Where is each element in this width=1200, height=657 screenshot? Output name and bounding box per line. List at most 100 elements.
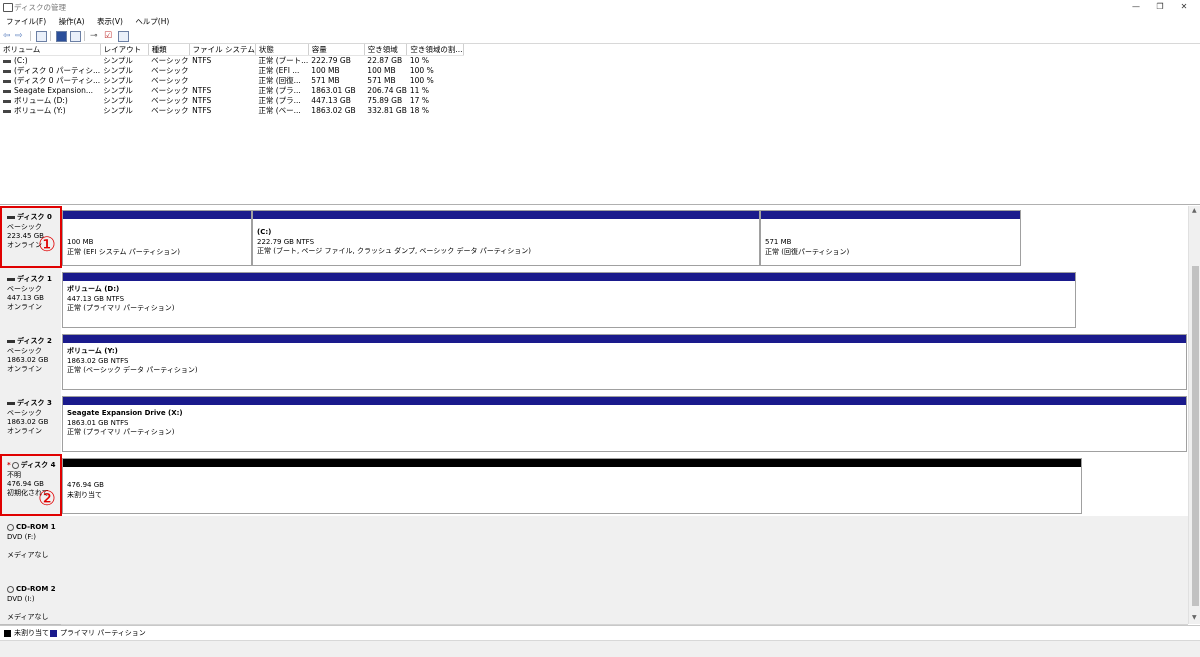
table-cell: シンプル	[103, 76, 133, 85]
scroll-down-icon[interactable]: ▼	[1192, 614, 1197, 621]
table-cell	[189, 76, 255, 86]
partition-unallocated[interactable]: 476.94 GB 未割り当て	[62, 458, 1082, 514]
view-panes-icon[interactable]	[36, 31, 47, 42]
checklist-icon[interactable]: ☑	[104, 31, 112, 41]
table-row[interactable]: ボリューム (D:) シンプル ベーシック NTFS 正常 (プラ... 447…	[0, 96, 463, 106]
partition-status: 未割り当て	[67, 490, 102, 499]
menu-help[interactable]: ヘルプ(H)	[135, 15, 169, 28]
table-cell: 571 MB	[311, 76, 340, 85]
disk-icon	[7, 277, 15, 281]
table-cell: シンプル	[103, 66, 133, 75]
column-header[interactable]: 空き領域の割...	[406, 44, 464, 56]
cdrom-1-strip	[61, 516, 1188, 579]
disk-icon	[7, 339, 15, 343]
partition-status: 正常 (EFI システム パーティション)	[67, 247, 181, 256]
menu-action[interactable]: 操作(A)	[59, 15, 85, 28]
partition-c[interactable]: (C:) 222.79 GB NTFS 正常 (ブート, ページ ファイル, ク…	[252, 210, 760, 266]
table-cell: 22.87 GB	[367, 56, 403, 65]
table-cell: 100 %	[409, 66, 434, 75]
restore-button[interactable]: ❐	[1148, 1, 1172, 12]
partition-text: 100 MB 正常 (EFI システム パーティション)	[67, 238, 180, 257]
column-header[interactable]: レイアウト	[100, 44, 149, 56]
disk-1-label[interactable]: ディスク 1 ベーシック 447.13 GB オンライン	[0, 268, 62, 331]
column-header[interactable]: 種類	[148, 44, 190, 56]
disk-name: ディスク 3	[17, 399, 52, 407]
table-cell: シンプル	[103, 96, 133, 105]
cdrom-1-name-line: CD-ROM 1	[7, 523, 56, 533]
annotation-marker: ②	[38, 486, 56, 510]
volume-table: ボリューム レイアウト 種類 ファイル システム 状態 容量 空き領域 空き領域…	[0, 44, 464, 116]
partition-status: 正常 (ベーシック データ パーティション)	[67, 366, 198, 374]
disk-2-label[interactable]: ディスク 2 ベーシック 1863.02 GB オンライン	[0, 330, 62, 393]
status-bar	[0, 640, 1200, 657]
cdrom-name: CD-ROM 1	[16, 523, 56, 531]
partition-bar	[63, 273, 1075, 281]
table-row[interactable]: ボリューム (Y:) シンプル ベーシック NTFS 正常 (ベー... 186…	[0, 106, 463, 116]
column-header[interactable]: ボリューム	[0, 44, 101, 56]
pane-splitter[interactable]	[0, 204, 1200, 205]
close-button[interactable]: ✕	[1172, 1, 1196, 12]
properties-icon[interactable]	[70, 31, 81, 42]
display-icon[interactable]	[118, 31, 129, 42]
back-icon[interactable]: ⇦	[3, 31, 11, 41]
partition-text: ボリューム (Y:) 1863.02 GB NTFS 正常 (ベーシック データ…	[67, 347, 198, 376]
table-cell: ベーシック	[151, 56, 189, 65]
minimize-button[interactable]: —	[1124, 1, 1148, 12]
volume-name-cell: (ディスク 0 パーティシ...	[0, 76, 100, 86]
partition-size: 222.79 GB NTFS	[257, 237, 315, 246]
scrollbar-thumb[interactable]	[1192, 266, 1199, 606]
partition-size: 571 MB	[765, 238, 792, 246]
partition-text: Seagate Expansion Drive (X:) 1863.01 GB …	[67, 409, 183, 438]
table-row[interactable]: (ディスク 0 パーティシ... シンプル ベーシック 正常 (回復... 57…	[0, 76, 463, 86]
vertical-scrollbar[interactable]: ▲ ▼	[1188, 206, 1200, 624]
partition-y[interactable]: ボリューム (Y:) 1863.02 GB NTFS 正常 (ベーシック データ…	[62, 334, 1187, 390]
column-header[interactable]: 空き領域	[364, 44, 408, 56]
menu-view[interactable]: 表示(V)	[97, 15, 123, 28]
partition-size: 476.94 GB	[67, 481, 104, 489]
disk-3-label[interactable]: ディスク 3 ベーシック 1863.02 GB オンライン	[0, 392, 62, 455]
table-row[interactable]: (C:) シンプル ベーシック NTFS 正常 (ブート... 222.79 G…	[0, 56, 463, 67]
table-row[interactable]: (ディスク 0 パーティシ... シンプル ベーシック 正常 (EFI ... …	[0, 66, 463, 76]
partition-size: 1863.01 GB NTFS	[67, 418, 129, 427]
disk-name: ディスク 1	[17, 275, 52, 283]
table-cell: シンプル	[103, 86, 133, 95]
connect-icon[interactable]: ⊸	[90, 31, 98, 41]
cdrom-media: メディアなし	[7, 551, 49, 559]
partition-title: (C:)	[257, 228, 272, 236]
help-icon[interactable]	[56, 31, 67, 42]
cd-icon	[7, 585, 14, 593]
partition-recovery[interactable]: 571 MB 正常 (回復パーティション)	[760, 210, 1021, 266]
column-header[interactable]: 容量	[308, 44, 365, 56]
table-cell: NTFS	[192, 86, 212, 95]
table-cell: NTFS	[192, 96, 212, 105]
partition-status: 正常 (ブート, ページ ファイル, クラッシュ ダンプ, ベーシック データ …	[257, 247, 532, 255]
partition-x[interactable]: Seagate Expansion Drive (X:) 1863.01 GB …	[62, 396, 1187, 452]
menu-file[interactable]: ファイル(F)	[6, 15, 46, 28]
partition-size: 100 MB	[67, 238, 94, 246]
table-cell: シンプル	[103, 106, 133, 115]
table-cell: 447.13 GB	[311, 96, 351, 105]
title-bar: ディスクの管理 — ❐ ✕	[0, 0, 1200, 14]
partition-d[interactable]: ボリューム (D:) 447.13 GB NTFS 正常 (プライマリ パーティ…	[62, 272, 1076, 328]
partition-efi[interactable]: 100 MB 正常 (EFI システム パーティション)	[62, 210, 252, 266]
table-cell: 18 %	[409, 106, 429, 115]
table-cell: 571 MB	[367, 76, 396, 85]
partition-size: 447.13 GB NTFS	[67, 294, 125, 303]
volume-icon	[3, 89, 11, 93]
table-cell	[189, 66, 255, 76]
table-row[interactable]: Seagate Expansion... シンプル ベーシック NTFS 正常 …	[0, 86, 463, 96]
volume-list: ボリューム レイアウト 種類 ファイル システム 状態 容量 空き領域 空き領域…	[0, 44, 1200, 205]
disk-status: オンライン	[7, 427, 42, 435]
cdrom-2-label[interactable]: CD-ROM 2 DVD (I:) メディアなし	[0, 578, 62, 625]
scroll-up-icon[interactable]: ▲	[1192, 207, 1197, 214]
column-header[interactable]: 状態	[255, 44, 309, 56]
table-cell: 11 %	[409, 86, 429, 95]
legend-label: 未割り当て	[14, 629, 49, 637]
disk-3-strip: Seagate Expansion Drive (X:) 1863.01 GB …	[61, 392, 1188, 455]
forward-icon[interactable]: ⇨	[15, 31, 23, 41]
legend-swatch	[50, 629, 57, 637]
table-cell: NTFS	[192, 106, 212, 115]
cdrom-1-label[interactable]: CD-ROM 1 DVD (F:) メディアなし	[0, 516, 62, 579]
column-header[interactable]: ファイル システム	[189, 44, 256, 56]
disk-status: オンライン	[7, 365, 42, 373]
